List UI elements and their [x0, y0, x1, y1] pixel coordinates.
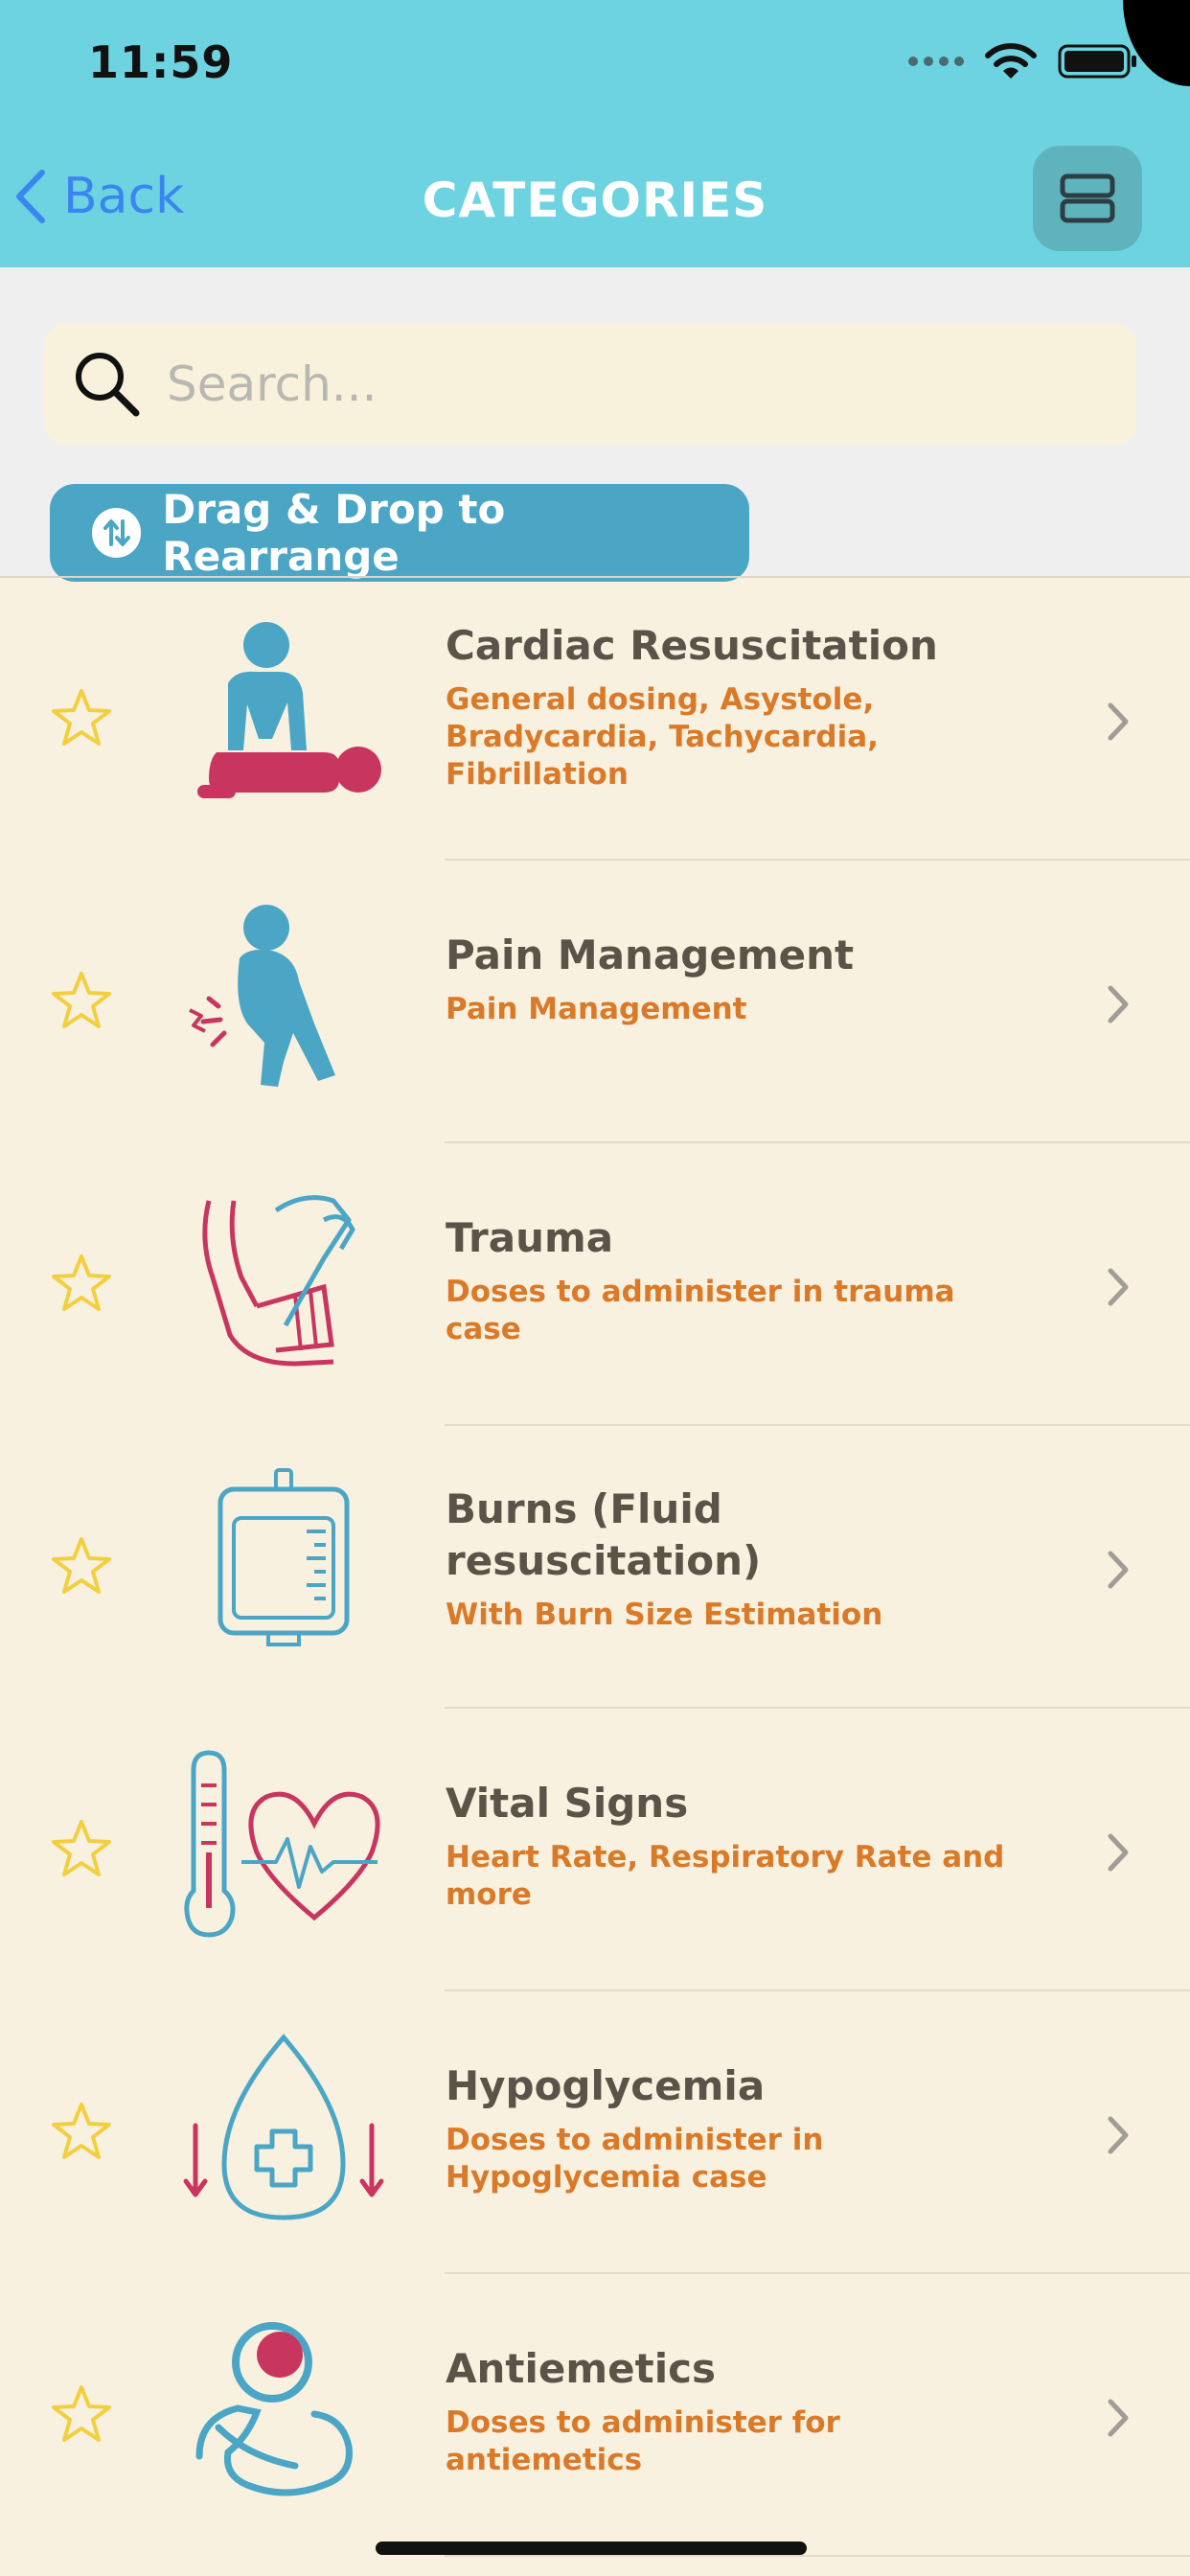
drag-drop-label: Drag & Drop to Rearrange: [162, 486, 506, 580]
star-icon[interactable]: [50, 2383, 113, 2445]
category-title: Hypoglycemia: [446, 2062, 766, 2109]
category-text: Antiemetics Doses to administer for anti…: [446, 2343, 1040, 2479]
list-layout-icon: [1060, 173, 1115, 223]
category-subtitle: Heart Rate, Respiratory Rate and more: [446, 1840, 1005, 1912]
chevron-right-icon: [1108, 1268, 1129, 1306]
category-row-cardiac[interactable]: Cardiac Resuscitation General dosing, As…: [0, 578, 1190, 861]
signal-dots-icon: [908, 57, 964, 66]
pain-person-icon: [189, 905, 335, 1087]
search-bar[interactable]: Search...: [44, 324, 1136, 445]
category-subtitle: Doses to administer in Hypoglycemia case: [446, 2123, 824, 2195]
status-icons: [908, 42, 1138, 80]
star-icon[interactable]: [50, 2101, 113, 2162]
category-row-antiemetics[interactable]: Antiemetics Doses to administer for anti…: [0, 2274, 1190, 2557]
layout-toggle-button[interactable]: [1033, 146, 1142, 251]
status-time: 11:59: [88, 36, 234, 88]
star-icon[interactable]: [50, 1535, 113, 1597]
iv-bag-icon: [217, 1468, 350, 1646]
category-subtitle: General dosing, Asystole, Bradycardia, T…: [446, 682, 879, 792]
category-text: Burns (Fluid resuscitation) With Burn Si…: [446, 1484, 1040, 1634]
category-text: Pain Management Pain Management: [446, 930, 1040, 1028]
chevron-right-icon: [1108, 2399, 1129, 2437]
star-icon[interactable]: [50, 970, 113, 1031]
category-title: Trauma: [446, 1214, 614, 1261]
category-row-trauma[interactable]: Trauma Doses to administer in trauma cas…: [0, 1143, 1190, 1426]
cpr-icon: [197, 622, 381, 798]
category-row-burns[interactable]: Burns (Fluid resuscitation) With Burn Si…: [0, 1426, 1190, 1709]
category-title: Cardiac Resuscitation: [446, 622, 938, 669]
category-row-vital-signs[interactable]: Vital Signs Heart Rate, Respiratory Rate…: [0, 1709, 1190, 1991]
battery-icon: [1058, 44, 1136, 79]
glucose-drop-icon: [183, 2034, 384, 2220]
category-text: Cardiac Resuscitation General dosing, As…: [446, 620, 1040, 794]
chevron-right-icon: [1108, 985, 1129, 1024]
category-title: Antiemetics: [446, 2345, 716, 2392]
star-icon[interactable]: [50, 687, 113, 748]
category-row-pain[interactable]: Pain Management Pain Management: [0, 861, 1190, 1143]
category-text: Vital Signs Heart Rate, Respiratory Rate…: [446, 1778, 1040, 1914]
category-row-hypoglycemia[interactable]: Hypoglycemia Doses to administer in Hypo…: [0, 1991, 1190, 2274]
chevron-right-icon: [1108, 702, 1129, 741]
star-icon[interactable]: [50, 1818, 113, 1879]
page-title: CATEGORIES: [422, 172, 768, 228]
category-subtitle: Doses to administer in trauma case: [446, 1275, 955, 1346]
nausea-person-icon: [195, 2322, 353, 2496]
category-title: Burns (Fluid resuscitation): [446, 1485, 762, 1584]
category-subtitle: Pain Management: [446, 992, 747, 1026]
category-title: Pain Management: [446, 932, 855, 978]
category-title: Vital Signs: [446, 1780, 689, 1827]
chevron-right-icon: [1108, 2116, 1129, 2154]
home-indicator[interactable]: [376, 2542, 807, 2555]
category-subtitle: Doses to administer for antiemetics: [446, 2405, 840, 2477]
chevron-right-icon: [1108, 1833, 1129, 1872]
wifi-icon: [985, 43, 1037, 79]
drag-drop-button[interactable]: Drag & Drop to Rearrange: [50, 484, 749, 582]
category-text: Hypoglycemia Doses to administer in Hypo…: [446, 2060, 1040, 2196]
search-icon: [76, 353, 140, 417]
thermometer-heart-icon: [184, 1750, 380, 1938]
category-list: Cardiac Resuscitation General dosing, As…: [0, 576, 1190, 2557]
search-input[interactable]: Search...: [167, 356, 377, 412]
chevron-right-icon: [1108, 1551, 1129, 1589]
category-subtitle: With Burn Size Estimation: [446, 1598, 883, 1632]
bandaged-leg-icon: [202, 1195, 355, 1367]
swap-arrows-icon: [92, 508, 142, 558]
category-text: Trauma Doses to administer in trauma cas…: [446, 1212, 1040, 1348]
star-icon[interactable]: [50, 1253, 113, 1314]
